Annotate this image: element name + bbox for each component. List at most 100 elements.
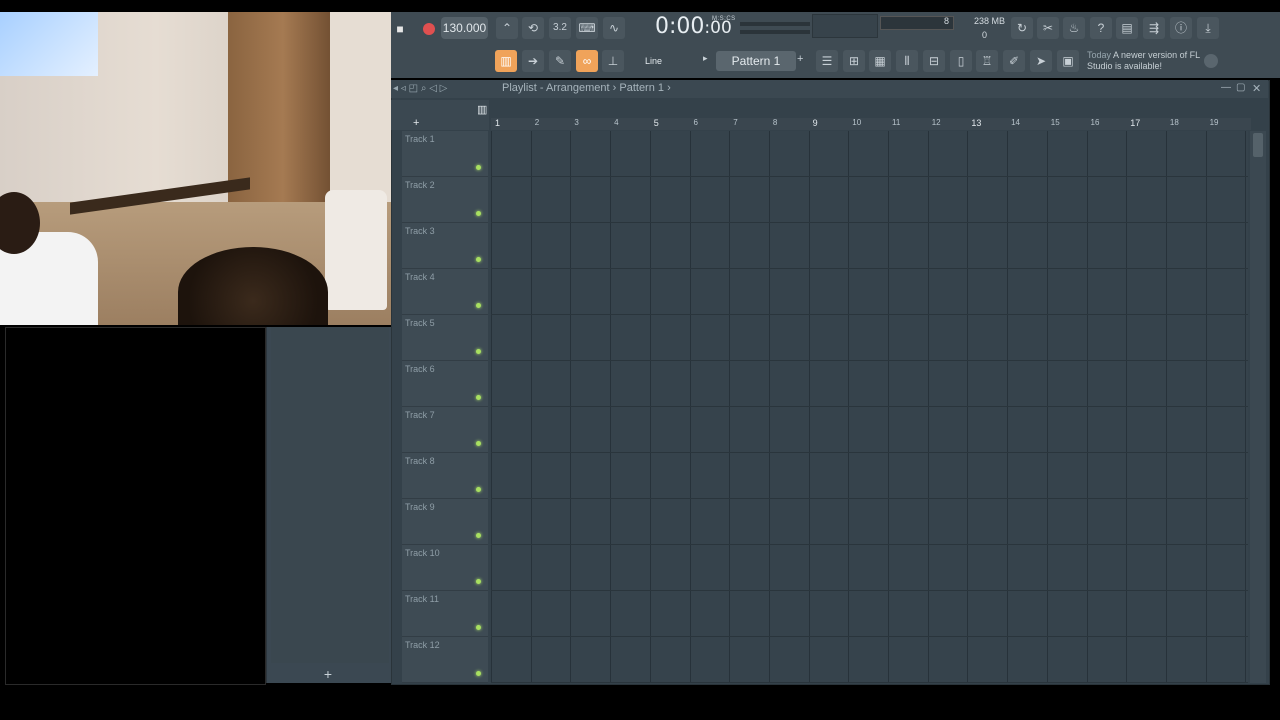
- track-name: Track 12: [405, 640, 440, 650]
- track-name: Track 3: [405, 226, 435, 236]
- wave-icon[interactable]: ∿: [603, 17, 625, 39]
- plugin-icon[interactable]: ▯: [950, 50, 972, 72]
- track-led-icon[interactable]: [476, 625, 481, 630]
- mic-icon[interactable]: ♨: [1063, 17, 1085, 39]
- browser-add-button[interactable]: +: [318, 664, 338, 684]
- track-name: Track 11: [405, 594, 440, 604]
- ruler-bar-number: 1: [495, 118, 501, 128]
- step-edit-icon[interactable]: 3.2: [549, 17, 571, 39]
- piano-icon[interactable]: ▥: [477, 103, 487, 116]
- track-led-icon[interactable]: [476, 165, 481, 170]
- send-icon[interactable]: ➤: [1030, 50, 1052, 72]
- loop-icon[interactable]: ⟲: [522, 17, 544, 39]
- track-header[interactable]: Track 11: [402, 591, 488, 637]
- grid-column-line: [729, 131, 731, 683]
- track-header[interactable]: Track 1: [402, 131, 488, 177]
- track-name: Track 7: [405, 410, 435, 420]
- brush-icon[interactable]: ✎: [549, 50, 571, 72]
- pattern-selector[interactable]: Pattern 1: [716, 51, 796, 71]
- pattern-add-icon[interactable]: +: [797, 53, 809, 69]
- scrollbar-thumb[interactable]: [1253, 133, 1263, 157]
- track-header[interactable]: Track 5: [402, 315, 488, 361]
- track-led-icon[interactable]: [476, 487, 481, 492]
- browser-icon[interactable]: ⊟: [923, 50, 945, 72]
- arrow-icon[interactable]: ➔: [522, 50, 544, 72]
- track-led-icon[interactable]: [476, 671, 481, 676]
- grid-column-line: [848, 131, 850, 683]
- track-led-icon[interactable]: [476, 257, 481, 262]
- track-header[interactable]: Track 12: [402, 637, 488, 683]
- save-icon[interactable]: ▤: [1116, 17, 1138, 39]
- download-icon[interactable]: ⤓: [1197, 17, 1219, 39]
- channel-rack-icon[interactable]: ▦: [869, 50, 891, 72]
- track-name: Track 5: [405, 318, 435, 328]
- browser-panel[interactable]: [266, 327, 397, 683]
- track-header[interactable]: Track 8: [402, 453, 488, 499]
- ruler-bar-number: 9: [812, 118, 818, 128]
- track-header[interactable]: Track 7: [402, 407, 488, 453]
- playlist-tools-icons[interactable]: ◂ ◃ ◰ ⌕ ◁ ▷: [393, 83, 447, 94]
- plug-icon[interactable]: ♖: [976, 50, 998, 72]
- grid-column-line: [927, 131, 929, 683]
- track-led-icon[interactable]: [476, 303, 481, 308]
- help-icon[interactable]: ?: [1090, 17, 1112, 39]
- maximize-icon[interactable]: ▢: [1236, 82, 1245, 93]
- grid-row-line: [491, 360, 1248, 361]
- track-header[interactable]: Track 3: [402, 223, 488, 269]
- metronome-icon[interactable]: ⌃: [496, 17, 518, 39]
- track-header[interactable]: Track 4: [402, 269, 488, 315]
- vertical-scrollbar[interactable]: [1250, 131, 1266, 683]
- link-icon[interactable]: ∞: [576, 50, 598, 72]
- mixer-icon[interactable]: ⫴: [896, 50, 918, 72]
- track-led-icon[interactable]: [476, 533, 481, 538]
- info-icon[interactable]: ⓘ: [1170, 17, 1192, 39]
- cut-icon[interactable]: ✂: [1037, 17, 1059, 39]
- stamp-icon[interactable]: ⊥: [602, 50, 624, 72]
- pattern-prev-icon[interactable]: ▸: [703, 53, 715, 69]
- grid-row-line: [491, 176, 1248, 177]
- close-icon[interactable]: ✕: [1252, 82, 1261, 95]
- track-header[interactable]: Track 10: [402, 545, 488, 591]
- grid-row-line: [491, 314, 1248, 315]
- playlist-breadcrumb: Playlist - Arrangement › Pattern 1 ›: [502, 82, 671, 94]
- song-time-main: 0:00: [655, 14, 705, 39]
- globe-icon[interactable]: [1204, 54, 1218, 68]
- track-led-icon[interactable]: [476, 349, 481, 354]
- track-name: Track 10: [405, 548, 440, 558]
- track-led-icon[interactable]: [476, 395, 481, 400]
- voices-value: 0: [982, 30, 988, 40]
- timeline-ruler[interactable]: 1 2 3 4 5 6 7 8 9 10 11 12 13 14 15 16 17 18 19: [491, 118, 1251, 130]
- track-led-icon[interactable]: [476, 579, 481, 584]
- oscilloscope: [812, 14, 878, 38]
- news-panel[interactable]: Today A newer version of FL Studio is av…: [1087, 50, 1207, 72]
- typing-keyboard-icon[interactable]: ⌨: [576, 17, 598, 39]
- tools-icon[interactable]: ✐: [1003, 50, 1025, 72]
- ruler-bar-number: 4: [614, 118, 619, 127]
- track-name: Track 2: [405, 180, 435, 190]
- playlist-icon[interactable]: ☰: [816, 50, 838, 72]
- track-led-icon[interactable]: [476, 211, 481, 216]
- arrangement-grid[interactable]: [491, 131, 1248, 683]
- snap-selector[interactable]: Line: [645, 53, 693, 69]
- webcam-screen: [0, 12, 98, 76]
- export-icon[interactable]: ⇶: [1143, 17, 1165, 39]
- shop-icon[interactable]: ▣: [1057, 50, 1079, 72]
- track-led-icon[interactable]: [476, 441, 481, 446]
- piano-roll-icon[interactable]: ▥: [495, 50, 517, 72]
- track-headers: Track 1 Track 2 Track 3 Track 4 Track 5 Track…: [402, 131, 488, 683]
- grid-row-line: [491, 268, 1248, 269]
- undo-icon[interactable]: ↻: [1011, 17, 1033, 39]
- track-header[interactable]: Track 6: [402, 361, 488, 407]
- minimize-icon[interactable]: —: [1221, 82, 1231, 93]
- track-header[interactable]: Track 2: [402, 177, 488, 223]
- ruler-bar-number: 7: [733, 118, 738, 127]
- stop-icon[interactable]: ■: [389, 18, 411, 40]
- browser-list[interactable]: [271, 327, 389, 663]
- ruler-bar-number: 3: [574, 118, 579, 127]
- step-seq-icon[interactable]: ⊞: [843, 50, 865, 72]
- add-track-icon[interactable]: +: [413, 117, 419, 129]
- track-header[interactable]: Track 9: [402, 499, 488, 545]
- tempo-display[interactable]: 130.000: [441, 17, 488, 39]
- grid-row-line: [491, 636, 1248, 637]
- record-icon[interactable]: [418, 18, 440, 40]
